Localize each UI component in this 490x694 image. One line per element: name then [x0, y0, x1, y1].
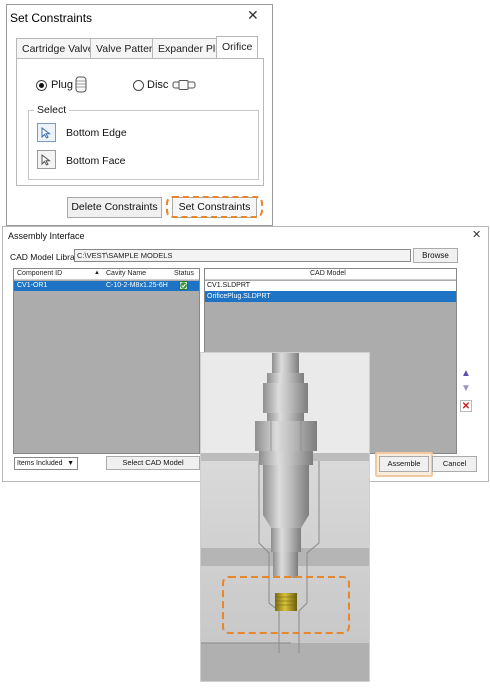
plug-label: Plug — [51, 79, 74, 91]
valve-assembly-render — [201, 353, 369, 681]
delete-constraints-button[interactable]: Delete Constraints — [67, 197, 162, 218]
bottom-edge-label: Bottom Edge — [66, 127, 127, 139]
dialog-title: Set Constraints — [10, 11, 93, 25]
component-id-cell: CV1-OR1 — [17, 282, 48, 289]
cavity-name-cell: C-10-2-M8x1.25-6H — [106, 282, 168, 289]
tab-cartridge-valve[interactable]: Cartridge Valve — [16, 38, 100, 59]
cursor-pointer-icon — [41, 127, 51, 139]
red-x-icon[interactable]: ✕ — [460, 400, 472, 412]
bottom-edge-select-button[interactable] — [37, 123, 56, 142]
column-cavity-name[interactable]: Cavity Name — [106, 270, 146, 277]
cad-library-path-field[interactable]: C:\VEST\SAMPLE MODELS — [74, 249, 411, 262]
cad-model-view — [200, 352, 370, 682]
close-icon[interactable]: ✕ — [247, 7, 259, 24]
select-group-label: Select — [34, 104, 70, 116]
plug-icon — [75, 76, 87, 96]
status-ok-icon — [179, 281, 188, 290]
bottom-face-label: Bottom Face — [66, 155, 126, 167]
component-list[interactable] — [13, 268, 200, 454]
cad-model-item: OrificePlug.SLDPRT — [207, 293, 271, 300]
select-cad-model-button[interactable]: Select CAD Model — [106, 456, 200, 470]
column-cad-model[interactable]: CAD Model — [310, 270, 346, 277]
tab-orifice[interactable]: Orifice — [216, 36, 259, 59]
disc-icon — [172, 80, 196, 93]
cad-library-label: CAD Model Library — [10, 252, 82, 262]
cancel-button[interactable]: Cancel — [432, 456, 477, 472]
close-icon[interactable]: ✕ — [472, 228, 481, 241]
column-status[interactable]: Status — [174, 270, 194, 277]
cad-model-item: CV1.SLDPRT — [207, 282, 251, 289]
browse-button[interactable]: Browse — [413, 248, 458, 263]
select-group — [28, 110, 259, 180]
cursor-pointer-icon — [41, 154, 51, 166]
window-title: Assembly Interface — [8, 231, 85, 241]
arrow-down-icon[interactable]: ▼ — [460, 383, 472, 395]
disc-label: Disc — [147, 79, 169, 91]
bottom-face-select-button[interactable] — [37, 150, 56, 169]
column-component-id[interactable]: Component ID — [17, 270, 62, 277]
plug-radio[interactable] — [36, 80, 47, 91]
items-included-dropdown[interactable]: Items Included ▼ — [14, 457, 78, 470]
assemble-button[interactable]: Assemble — [379, 456, 429, 472]
sort-asc-icon: ▲ — [94, 270, 100, 276]
items-included-label: Items Included — [17, 460, 63, 467]
arrow-up-icon[interactable]: ▲ — [460, 368, 472, 380]
disc-radio[interactable] — [133, 80, 144, 91]
chevron-down-icon: ▼ — [67, 460, 74, 467]
set-constraints-highlight — [166, 196, 263, 218]
